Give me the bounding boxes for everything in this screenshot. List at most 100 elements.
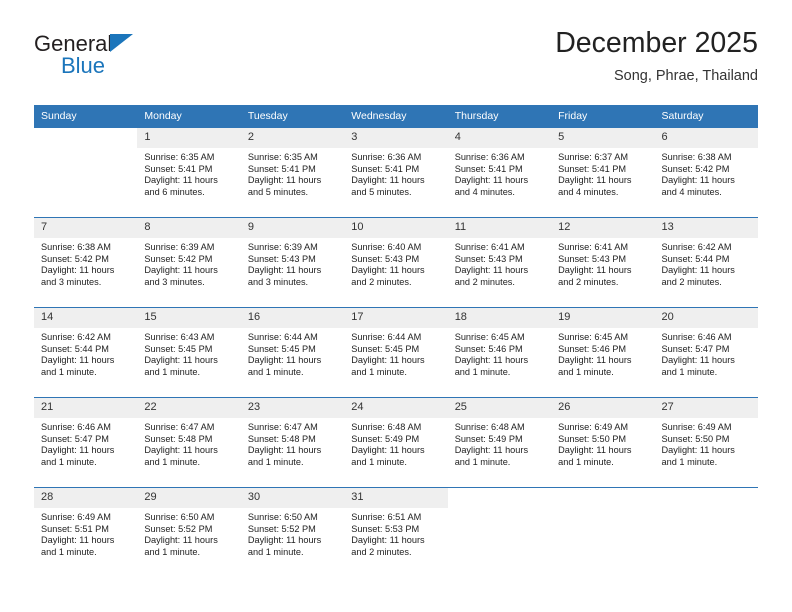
calendar-day-cell[interactable]: 23 Sunrise: 6:47 AM Sunset: 5:48 PM Dayligh… — [240, 397, 345, 488]
day-number: 1 — [137, 128, 241, 148]
day-sun-info — [655, 508, 758, 512]
calendar-day-cell[interactable]: 10 Sunrise: 6:40 AM Sunset: 5:43 PM Dayligh… — [344, 217, 448, 308]
day-sun-info: Sunrise: 6:46 AM Sunset: 5:47 PM Daylight:… — [34, 418, 137, 468]
day-number: 15 — [137, 308, 241, 328]
page-subtitle: Song, Phrae, Thailand — [613, 68, 758, 84]
calendar-day-cell[interactable]: 29 Sunrise: 6:50 AM Sunset: 5:52 PM Dayligh… — [137, 487, 241, 577]
day-cell-inner: 31 Sunrise: 6:51 AM Sunset: 5:53 PM Dayligh… — [344, 488, 448, 577]
sunrise-time: Sunrise: 6:42 AM — [661, 242, 732, 252]
weekday-header-wednesday: Wednesday — [344, 105, 448, 128]
daylight-duration-line2: and 4 minutes. — [661, 186, 722, 197]
day-cell-inner: 11 Sunrise: 6:41 AM Sunset: 5:43 PM Dayligh… — [447, 218, 552, 307]
sunset-time: Sunset: 5:47 PM — [661, 343, 730, 354]
sunrise-time: Sunrise: 6:36 AM — [454, 152, 525, 162]
daylight-duration-line2: and 3 minutes. — [144, 276, 205, 287]
calendar-day-cell[interactable]: 5 Sunrise: 6:37 AM Sunset: 5:41 PM Daylight… — [551, 127, 655, 218]
day-cell-inner: 22 Sunrise: 6:47 AM Sunset: 5:48 PM Dayligh… — [137, 398, 241, 487]
calendar-day-cell[interactable]: 17 Sunrise: 6:44 AM Sunset: 5:45 PM Dayligh… — [344, 307, 448, 398]
calendar-day-cell[interactable]: 8 Sunrise: 6:39 AM Sunset: 5:42 PM Daylight… — [137, 217, 241, 308]
day-cell-inner: 21 Sunrise: 6:46 AM Sunset: 5:47 PM Dayligh… — [34, 398, 138, 487]
calendar-day-cell[interactable]: 6 Sunrise: 6:38 AM Sunset: 5:42 PM Daylight… — [654, 127, 758, 218]
day-sun-info: Sunrise: 6:51 AM Sunset: 5:53 PM Daylight:… — [344, 508, 447, 558]
day-cell-inner: 26 Sunrise: 6:49 AM Sunset: 5:50 PM Dayligh… — [551, 398, 655, 487]
day-number: 28 — [34, 488, 138, 508]
day-sun-info: Sunrise: 6:39 AM Sunset: 5:43 PM Daylight:… — [241, 238, 344, 288]
day-cell-inner: 1 Sunrise: 6:35 AM Sunset: 5:41 PM Daylight… — [137, 128, 241, 217]
day-sun-info: Sunrise: 6:44 AM Sunset: 5:45 PM Daylight:… — [344, 328, 447, 378]
day-cell-inner: 20 Sunrise: 6:46 AM Sunset: 5:47 PM Dayligh… — [654, 308, 758, 397]
daylight-duration-line2: and 3 minutes. — [247, 276, 309, 287]
calendar-day-cell[interactable]: 7 Sunrise: 6:38 AM Sunset: 5:42 PM Daylight… — [34, 217, 138, 308]
calendar-day-cell[interactable]: 26 Sunrise: 6:49 AM Sunset: 5:50 PM Dayligh… — [551, 397, 655, 488]
sunrise-time: Sunrise: 6:49 AM — [558, 422, 629, 432]
calendar-day-cell[interactable]: 3 Sunrise: 6:36 AM Sunset: 5:41 PM Daylight… — [344, 127, 448, 218]
day-sun-info: Sunrise: 6:38 AM Sunset: 5:42 PM Daylight:… — [34, 238, 137, 288]
day-sun-info — [448, 508, 551, 512]
calendar-day-cell[interactable]: 27 Sunrise: 6:49 AM Sunset: 5:50 PM Dayligh… — [654, 397, 758, 488]
day-cell-inner: 27 Sunrise: 6:49 AM Sunset: 5:50 PM Dayligh… — [654, 398, 758, 487]
sunrise-time: Sunrise: 6:38 AM — [661, 152, 732, 162]
calendar-day-cell[interactable]: 2 Sunrise: 6:35 AM Sunset: 5:41 PM Daylight… — [240, 127, 345, 218]
day-sun-info: Sunrise: 6:50 AM Sunset: 5:52 PM Daylight:… — [137, 508, 240, 558]
daylight-duration-line1: Daylight: 11 hours — [144, 265, 218, 276]
logo-triangle-icon — [110, 34, 133, 52]
sunset-time: Sunset: 5:41 PM — [454, 163, 523, 174]
sunrise-time: Sunrise: 6:45 AM — [558, 332, 629, 342]
calendar-day-cell[interactable]: 12 Sunrise: 6:41 AM Sunset: 5:43 PM Dayligh… — [551, 217, 655, 308]
day-sun-info: Sunrise: 6:43 AM Sunset: 5:45 PM Daylight:… — [137, 328, 240, 378]
calendar-day-cell[interactable]: 20 Sunrise: 6:46 AM Sunset: 5:47 PM Dayligh… — [654, 307, 758, 398]
weekday-header-sunday: Sunday — [34, 105, 138, 128]
calendar-day-cell[interactable]: 18 Sunrise: 6:45 AM Sunset: 5:46 PM Dayligh… — [447, 307, 552, 398]
title-block: December 2025 Song, Phrae, Thailand — [555, 26, 758, 86]
calendar-day-cell[interactable]: 28 Sunrise: 6:49 AM Sunset: 5:51 PM Dayligh… — [34, 487, 138, 577]
day-number: 11 — [447, 218, 552, 238]
sunrise-time: Sunrise: 6:39 AM — [247, 242, 318, 252]
calendar-day-cell[interactable]: 1 Sunrise: 6:35 AM Sunset: 5:41 PM Daylight… — [137, 127, 241, 218]
sunset-time: Sunset: 5:42 PM — [41, 253, 109, 264]
day-cell-inner: 25 Sunrise: 6:48 AM Sunset: 5:49 PM Dayligh… — [447, 398, 552, 487]
calendar-day-cell[interactable]: 15 Sunrise: 6:43 AM Sunset: 5:45 PM Dayligh… — [137, 307, 241, 398]
daylight-duration-line1: Daylight: 11 hours — [41, 535, 115, 546]
day-cell-inner: 3 Sunrise: 6:36 AM Sunset: 5:41 PM Daylight… — [344, 128, 448, 217]
sunset-time: Sunset: 5:42 PM — [144, 253, 213, 264]
calendar-day-cell[interactable]: 4 Sunrise: 6:36 AM Sunset: 5:41 PM Daylight… — [447, 127, 552, 218]
calendar-day-cell[interactable]: 16 Sunrise: 6:44 AM Sunset: 5:45 PM Dayligh… — [240, 307, 345, 398]
sunset-time: Sunset: 5:46 PM — [454, 343, 523, 354]
day-cell-inner: 29 Sunrise: 6:50 AM Sunset: 5:52 PM Dayligh… — [137, 488, 241, 577]
calendar-day-cell[interactable]: 21 Sunrise: 6:46 AM Sunset: 5:47 PM Dayligh… — [34, 397, 138, 488]
sunset-time: Sunset: 5:50 PM — [558, 433, 627, 444]
day-cell-inner — [551, 488, 655, 577]
calendar-day-cell[interactable]: 31 Sunrise: 6:51 AM Sunset: 5:53 PM Dayligh… — [344, 487, 448, 577]
daylight-duration-line2: and 1 minute. — [247, 366, 304, 377]
calendar-day-cell[interactable]: 25 Sunrise: 6:48 AM Sunset: 5:49 PM Dayligh… — [447, 397, 552, 488]
daylight-duration-line1: Daylight: 11 hours — [558, 445, 632, 456]
calendar-day-cell[interactable]: 24 Sunrise: 6:48 AM Sunset: 5:49 PM Dayligh… — [344, 397, 448, 488]
general-blue-logo: General Blue — [34, 32, 254, 90]
sunset-time: Sunset: 5:41 PM — [351, 163, 420, 174]
daylight-duration-line2: and 1 minute. — [41, 456, 97, 467]
calendar-day-cell[interactable]: 30 Sunrise: 6:50 AM Sunset: 5:52 PM Dayligh… — [240, 487, 345, 577]
day-cell-inner: 5 Sunrise: 6:37 AM Sunset: 5:41 PM Daylight… — [551, 128, 655, 217]
calendar-day-cell[interactable]: 19 Sunrise: 6:45 AM Sunset: 5:46 PM Dayligh… — [551, 307, 655, 398]
calendar-day-cell[interactable]: 9 Sunrise: 6:39 AM Sunset: 5:43 PM Daylight… — [240, 217, 345, 308]
calendar-table: Sunday Monday Tuesday Wednesday Thursday… — [34, 105, 758, 577]
day-number — [551, 488, 655, 508]
daylight-duration-line1: Daylight: 11 hours — [558, 355, 632, 366]
day-cell-inner: 8 Sunrise: 6:39 AM Sunset: 5:42 PM Daylight… — [137, 218, 241, 307]
daylight-duration-line1: Daylight: 11 hours — [351, 445, 425, 456]
day-cell-inner: 4 Sunrise: 6:36 AM Sunset: 5:41 PM Daylight… — [447, 128, 552, 217]
day-number — [447, 488, 552, 508]
calendar-day-cell[interactable]: 11 Sunrise: 6:41 AM Sunset: 5:43 PM Dayligh… — [447, 217, 552, 308]
calendar-day-cell[interactable]: 13 Sunrise: 6:42 AM Sunset: 5:44 PM Dayligh… — [654, 217, 758, 308]
day-sun-info: Sunrise: 6:47 AM Sunset: 5:48 PM Daylight:… — [137, 418, 240, 468]
sunrise-time: Sunrise: 6:50 AM — [144, 512, 215, 522]
daylight-duration-line1: Daylight: 11 hours — [454, 445, 529, 456]
calendar-day-cell[interactable]: 14 Sunrise: 6:42 AM Sunset: 5:44 PM Dayligh… — [34, 307, 138, 398]
calendar-week-row: 1 Sunrise: 6:35 AM Sunset: 5:41 PM Daylight… — [34, 127, 758, 218]
day-number — [654, 488, 758, 508]
sunrise-time: Sunrise: 6:47 AM — [144, 422, 215, 432]
day-sun-info: Sunrise: 6:42 AM Sunset: 5:44 PM Daylight:… — [655, 238, 758, 288]
daylight-duration-line2: and 1 minute. — [454, 366, 511, 377]
sunrise-time: Sunrise: 6:41 AM — [454, 242, 525, 252]
calendar-day-cell[interactable]: 22 Sunrise: 6:47 AM Sunset: 5:48 PM Dayligh… — [137, 397, 241, 488]
